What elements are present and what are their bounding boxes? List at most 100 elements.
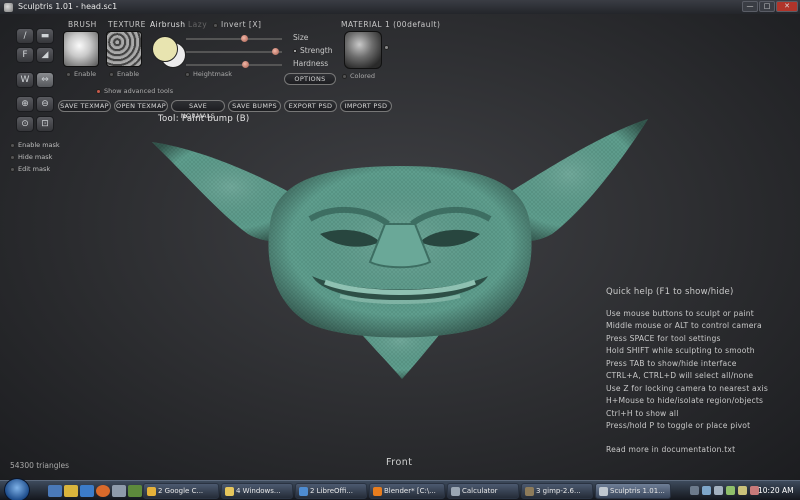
chrome-icon — [147, 487, 156, 496]
task-label: 4 Windows... — [236, 487, 281, 495]
airbrush-toggle[interactable]: Airbrush — [150, 20, 186, 29]
lazy-toggle[interactable]: Lazy — [188, 20, 207, 29]
switch-windows-icon[interactable] — [112, 485, 126, 497]
enable-mask-radio — [10, 142, 15, 148]
tool-draw-button[interactable]: / — [16, 28, 34, 44]
heightmask-label: Heightmask — [193, 70, 232, 78]
hardness-label: Hardness — [293, 59, 329, 68]
tool-smooth-button[interactable]: ⊕ — [16, 96, 34, 112]
texture-enable-radio — [109, 71, 114, 77]
hide-mask-toggle[interactable]: Hide mask — [10, 153, 52, 161]
tool-flatten-icon: ▬ — [40, 31, 50, 41]
heightmask-radio — [185, 71, 190, 77]
colored-radio — [342, 73, 347, 79]
size-slider[interactable] — [186, 35, 282, 42]
invert-label: Invert [X] — [221, 20, 262, 29]
primary-color-swatch[interactable] — [152, 36, 178, 62]
window-titlebar: Sculptris 1.01 - head.sc1 — □ ✕ — [0, 0, 800, 14]
tool-crease-button[interactable]: F — [16, 47, 34, 63]
texture-thumbnail[interactable] — [106, 31, 142, 67]
sculptris-icon — [599, 487, 608, 496]
task-google-chrome[interactable]: 2 Google C... — [143, 483, 219, 499]
task-gimp[interactable]: 3 gimp-2.6... — [521, 483, 593, 499]
quick-help-line: Press TAB to show/hide interface — [606, 358, 737, 368]
quick-help-line: H+Mouse to hide/isolate region/objects — [606, 396, 764, 405]
firefox-icon[interactable] — [96, 485, 110, 497]
invert-toggle[interactable]: Invert [X] — [213, 20, 261, 29]
size-slider-handle[interactable] — [241, 35, 249, 42]
brush-enable-toggle[interactable]: Enable — [66, 70, 96, 78]
tool-flatten-button[interactable]: ▬ — [36, 28, 54, 44]
strength-marker — [293, 49, 297, 53]
tool-pinch-button[interactable]: W — [16, 72, 34, 88]
edit-mask-label: Edit mask — [18, 165, 51, 173]
material-next-arrow[interactable] — [384, 45, 389, 50]
strength-label: Strength — [293, 46, 332, 55]
colored-toggle[interactable]: Colored — [342, 72, 375, 80]
strength-slider[interactable] — [186, 48, 282, 55]
close-button[interactable]: ✕ — [776, 1, 798, 12]
tool-scale-button[interactable]: ⊡ — [36, 116, 54, 132]
volume-icon[interactable] — [714, 486, 723, 495]
explorer-icon[interactable] — [64, 485, 78, 497]
tool-inflate-icon: ◢ — [41, 50, 49, 60]
system-tray — [690, 484, 759, 498]
quick-help-line: Hold SHIFT while sculpting to smooth — [606, 346, 755, 355]
window-controls: — □ ✕ — [742, 1, 798, 12]
quick-help-line: Ctrl+H to show all — [606, 408, 679, 418]
tray-arrow-icon[interactable] — [690, 486, 699, 495]
texture-enable-toggle[interactable]: Enable — [109, 70, 139, 78]
network-icon[interactable] — [702, 486, 711, 495]
task-label: 2 Google C... — [158, 487, 204, 495]
start-button[interactable] — [4, 478, 30, 500]
tool-grab-button[interactable]: ⇔ — [36, 72, 54, 88]
edit-mask-toggle[interactable]: Edit mask — [10, 165, 50, 173]
triangle-count: 54300 triangles — [10, 461, 70, 470]
strength-slider-handle[interactable] — [272, 48, 280, 55]
options-button[interactable]: OPTIONS — [284, 73, 336, 85]
show-desktop-icon[interactable] — [48, 485, 62, 497]
size-label: Size — [293, 33, 309, 42]
material-preview[interactable] — [344, 31, 382, 69]
tool-reduce-icon: ⊖ — [41, 99, 49, 109]
task-sculptris[interactable]: Sculptris 1.01... — [595, 483, 671, 499]
folder-icon — [225, 487, 234, 496]
tool-rotate-icon: ⊙ — [21, 119, 29, 129]
material-label: MATERIAL 1 (00default) — [341, 20, 441, 29]
task-windows-explorer[interactable]: 4 Windows... — [221, 483, 293, 499]
heightmask-toggle[interactable]: Heightmask — [185, 70, 232, 78]
task-calculator[interactable]: Calculator — [447, 483, 519, 499]
quicklaunch-app-icon[interactable] — [128, 485, 142, 497]
task-label: Calculator — [462, 487, 498, 495]
tool-inflate-button[interactable]: ◢ — [36, 47, 54, 63]
minimize-button[interactable]: — — [742, 1, 758, 12]
task-libreoffice[interactable]: 2 LibreOffi... — [295, 483, 367, 499]
enable-mask-toggle[interactable]: Enable mask — [10, 141, 60, 149]
view-name: Front — [386, 457, 413, 468]
brush-thumbnail[interactable] — [63, 31, 99, 67]
show-advanced-label: Show advanced tools — [104, 87, 174, 95]
show-advanced-toggle[interactable]: Show advanced tools — [96, 87, 173, 95]
show-advanced-radio — [96, 88, 101, 94]
task-blender[interactable]: Blender* [C:\... — [369, 483, 445, 499]
save-texmap-button[interactable]: SAVE TEXMAP — [58, 100, 111, 112]
sculpt-model[interactable] — [140, 104, 660, 394]
tool-crease-icon: F — [22, 50, 28, 60]
battery-icon[interactable] — [726, 486, 735, 495]
hardness-slider[interactable] — [186, 61, 282, 68]
enable-mask-label: Enable mask — [18, 141, 60, 149]
quick-help-line: Press SPACE for tool settings — [606, 333, 721, 343]
hide-mask-label: Hide mask — [18, 153, 53, 161]
maximize-button[interactable]: □ — [759, 1, 775, 12]
hardness-slider-handle[interactable] — [242, 61, 250, 68]
calculator-icon — [451, 487, 460, 496]
clock[interactable]: 10:20 AM — [758, 481, 794, 500]
brush-enable-radio — [66, 71, 71, 77]
texture-label: TEXTURE — [108, 20, 146, 29]
action-center-icon[interactable] — [738, 486, 747, 495]
tool-rotate-button[interactable]: ⊙ — [16, 116, 34, 132]
tool-reduce-button[interactable]: ⊖ — [36, 96, 54, 112]
ie-icon[interactable] — [80, 485, 94, 497]
quick-help-panel: Quick help (F1 to show/hide) Use mouse b… — [606, 286, 768, 456]
sculpt-viewport[interactable]: / ▬ F ◢ W ⇔ ⊕ ⊖ ⊙ ⊡ BRUSH Enable TEXTURE… — [0, 14, 800, 480]
